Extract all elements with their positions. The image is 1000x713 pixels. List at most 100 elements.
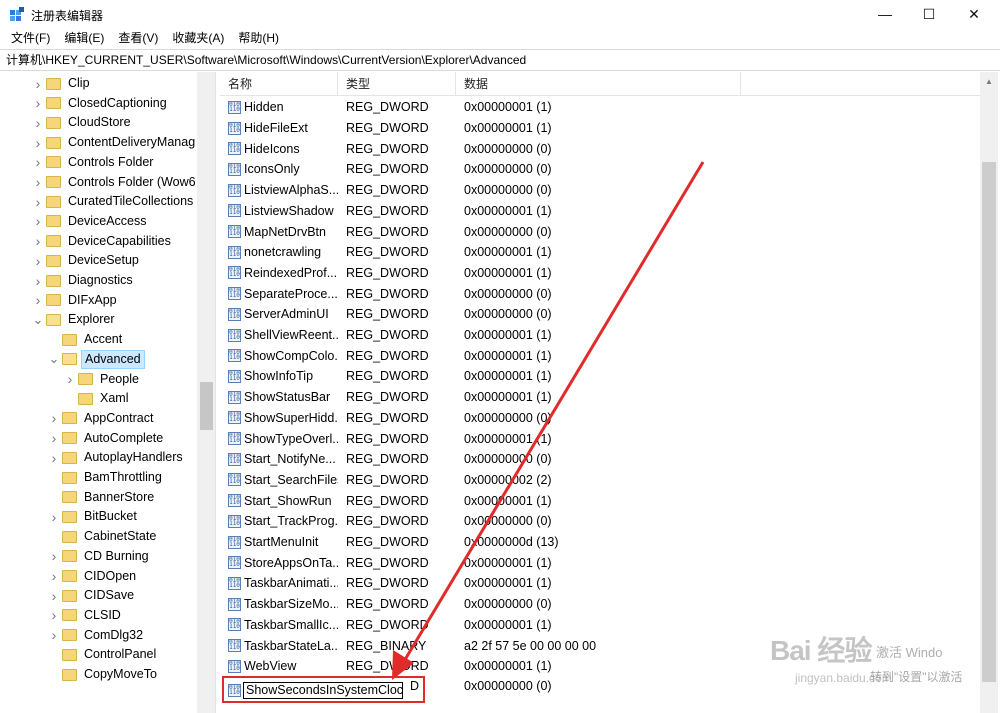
chevron-right-icon[interactable]: › xyxy=(32,291,44,310)
tree-item[interactable]: › DeviceCapabilities xyxy=(32,232,174,251)
chevron-right-icon[interactable]: › xyxy=(48,586,60,605)
tree-item[interactable]: › DeviceSetup xyxy=(32,251,142,270)
tree-item[interactable]: BamThrottling xyxy=(48,468,165,487)
chevron-right-icon[interactable]: › xyxy=(32,94,44,113)
value-row[interactable]: 010 110 Start_NotifyNe... REG_DWORD 0x000000… xyxy=(220,449,980,470)
tree-item[interactable]: › CuratedTileCollections xyxy=(32,192,196,211)
rename-input[interactable]: ShowSecondsInSystemClock xyxy=(243,682,403,699)
value-row[interactable]: 010 110 ShowInfoTip REG_DWORD 0x00000001 (1) xyxy=(220,366,980,387)
value-row[interactable]: 010 110 Start_SearchFiles REG_DWORD 0x000000… xyxy=(220,470,980,491)
chevron-right-icon[interactable]: › xyxy=(48,507,60,526)
chevron-right-icon[interactable]: › xyxy=(32,192,44,211)
tree-item[interactable]: › People xyxy=(64,370,142,389)
column-header-data[interactable]: 数据 xyxy=(456,72,741,96)
column-header-type[interactable]: 类型 xyxy=(338,72,456,96)
chevron-right-icon[interactable]: › xyxy=(48,448,60,467)
minimize-button[interactable]: — xyxy=(862,0,908,28)
tree-item[interactable]: › DeviceAccess xyxy=(32,212,150,231)
chevron-right-icon[interactable]: › xyxy=(48,606,60,625)
tree-item[interactable]: Xaml xyxy=(64,389,131,408)
tree-item[interactable]: › Controls Folder (Wow6 xyxy=(32,173,199,192)
tree-item[interactable]: › Diagnostics xyxy=(32,271,136,290)
value-row[interactable]: 010 110 HideFileExt REG_DWORD 0x00000001 (1) xyxy=(220,118,980,139)
tree-item[interactable]: › CloudStore xyxy=(32,113,134,132)
chevron-right-icon[interactable]: › xyxy=(48,409,60,428)
menu-file[interactable]: 文件(F) xyxy=(4,28,57,49)
value-row[interactable]: 010 110 WebView REG_DWORD 0x00000001 (1) xyxy=(220,656,980,677)
value-row[interactable]: 010 110 TaskbarSizeMo... REG_DWORD 0x0000000… xyxy=(220,594,980,615)
value-row[interactable]: 010 110 TaskbarStateLa... REG_BINARY a2 2f 5… xyxy=(220,635,980,656)
menu-edit[interactable]: 编辑(E) xyxy=(57,28,111,49)
chevron-right-icon[interactable]: › xyxy=(32,153,44,172)
tree-item[interactable]: › ContentDeliveryManag xyxy=(32,133,198,152)
tree-item[interactable]: Accent xyxy=(48,330,125,349)
tree-item[interactable]: › CIDSave xyxy=(48,586,137,605)
tree-item[interactable]: › Clip xyxy=(32,74,93,93)
chevron-right-icon[interactable]: › xyxy=(48,547,60,566)
tree-item[interactable]: › AutoplayHandlers xyxy=(48,448,186,467)
value-row[interactable]: 010 110 ShowStatusBar REG_DWORD 0x00000001 (… xyxy=(220,387,980,408)
value-row[interactable]: 010 110 HideIcons REG_DWORD 0x00000000 (0) xyxy=(220,138,980,159)
chevron-right-icon[interactable]: › xyxy=(32,113,44,132)
value-row[interactable]: 010 110 IconsOnly REG_DWORD 0x00000000 (0) xyxy=(220,159,980,180)
chevron-right-icon[interactable]: › xyxy=(32,133,44,152)
tree-item[interactable]: › BitBucket xyxy=(48,507,140,526)
tree-item[interactable]: › ClosedCaptioning xyxy=(32,94,170,113)
value-row[interactable]: 010 110 StartMenuInit REG_DWORD 0x0000000d (… xyxy=(220,532,980,553)
address-bar[interactable]: 计算机\HKEY_CURRENT_USER\Software\Microsoft… xyxy=(0,49,1000,71)
value-row[interactable]: 010 110 Start_ShowRun REG_DWORD 0x00000001 (… xyxy=(220,490,980,511)
tree-item[interactable]: › CIDOpen xyxy=(48,567,139,586)
maximize-button[interactable]: ☐ xyxy=(906,0,952,28)
menu-help[interactable]: 帮助(H) xyxy=(231,28,286,49)
value-row[interactable]: 010 110 ReindexedProf... REG_DWORD 0x0000000… xyxy=(220,263,980,284)
value-row[interactable]: 010 110 ShellViewReent... REG_DWORD 0x000000… xyxy=(220,325,980,346)
tree-item[interactable]: › CD Burning xyxy=(48,547,152,566)
column-header-name[interactable]: 名称 xyxy=(220,72,338,96)
tree-item[interactable]: ⌄ Advanced xyxy=(48,349,145,369)
chevron-right-icon[interactable]: › xyxy=(48,429,60,448)
chevron-right-icon[interactable]: › xyxy=(64,370,76,389)
tree-item[interactable]: › DIFxApp xyxy=(32,291,120,310)
value-row[interactable]: 010 110 ListviewAlphaS... REG_DWORD 0x000000… xyxy=(220,180,980,201)
value-row[interactable]: 010 110 SeparateProce... REG_DWORD 0x0000000… xyxy=(220,283,980,304)
value-row[interactable]: 010 110 Start_TrackProg... REG_DWORD 0x00000… xyxy=(220,511,980,532)
value-row[interactable]: 010 110 TaskbarSmallIc... REG_DWORD 0x000000… xyxy=(220,615,980,636)
tree-item[interactable]: › Controls Folder xyxy=(32,153,156,172)
chevron-right-icon[interactable]: › xyxy=(48,626,60,645)
value-row[interactable]: 010 110 ShowTypeOverl... REG_DWORD 0x0000000… xyxy=(220,428,980,449)
tree-item[interactable]: › AutoComplete xyxy=(48,429,166,448)
value-row[interactable]: 010 110 StoreAppsOnTa... REG_DWORD 0x0000000… xyxy=(220,552,980,573)
chevron-right-icon[interactable]: › xyxy=(32,74,44,93)
value-row[interactable]: 010 110 TaskbarAnimati... REG_DWORD 0x000000… xyxy=(220,573,980,594)
chevron-down-icon[interactable]: ⌄ xyxy=(48,350,60,369)
value-row[interactable]: 010 110 Hidden REG_DWORD 0x00000001 (1) xyxy=(220,97,980,118)
value-row[interactable]: 010 110 ServerAdminUI REG_DWORD 0x00000000 (… xyxy=(220,304,980,325)
chevron-right-icon[interactable]: › xyxy=(32,173,44,192)
scroll-up-icon[interactable]: ▲ xyxy=(980,73,998,90)
chevron-right-icon[interactable]: › xyxy=(32,271,44,290)
value-row[interactable]: 010 110 nonetcrawling REG_DWORD 0x00000001 (… xyxy=(220,242,980,263)
tree-item[interactable]: ControlPanel xyxy=(48,645,159,664)
tree-item[interactable]: › ComDlg32 xyxy=(48,626,146,645)
chevron-right-icon[interactable]: › xyxy=(32,212,44,231)
menu-favorites[interactable]: 收藏夹(A) xyxy=(165,28,231,49)
chevron-right-icon[interactable]: › xyxy=(32,232,44,251)
menu-view[interactable]: 查看(V) xyxy=(111,28,165,49)
tree-item[interactable]: › CLSID xyxy=(48,606,124,625)
chevron-right-icon[interactable]: › xyxy=(32,251,44,270)
tree-item[interactable]: › AppContract xyxy=(48,409,156,428)
tree-item[interactable]: BannerStore xyxy=(48,488,157,507)
close-button[interactable]: ✕ xyxy=(951,0,997,28)
list-scrollbar-thumb[interactable] xyxy=(982,162,996,682)
tree-item[interactable]: CopyMoveTo xyxy=(48,665,160,684)
value-row[interactable]: 010 110 ShowSuperHidd... REG_DWORD 0x0000000… xyxy=(220,408,980,429)
value-row[interactable]: 010 110 ShowCompColo... REG_DWORD 0x00000001… xyxy=(220,345,980,366)
value-row[interactable]: 010 110 ListviewShadow REG_DWORD 0x00000001 … xyxy=(220,201,980,222)
tree-item[interactable]: CabinetState xyxy=(48,527,159,546)
tree-scrollbar-thumb[interactable] xyxy=(200,382,213,430)
chevron-down-icon[interactable]: ⌄ xyxy=(32,310,44,329)
chevron-right-icon[interactable]: › xyxy=(48,567,60,586)
value-row[interactable]: 010 110 MapNetDrvBtn REG_DWORD 0x00000000 (0… xyxy=(220,221,980,242)
tree-item[interactable]: ⌄ Explorer xyxy=(32,310,118,329)
